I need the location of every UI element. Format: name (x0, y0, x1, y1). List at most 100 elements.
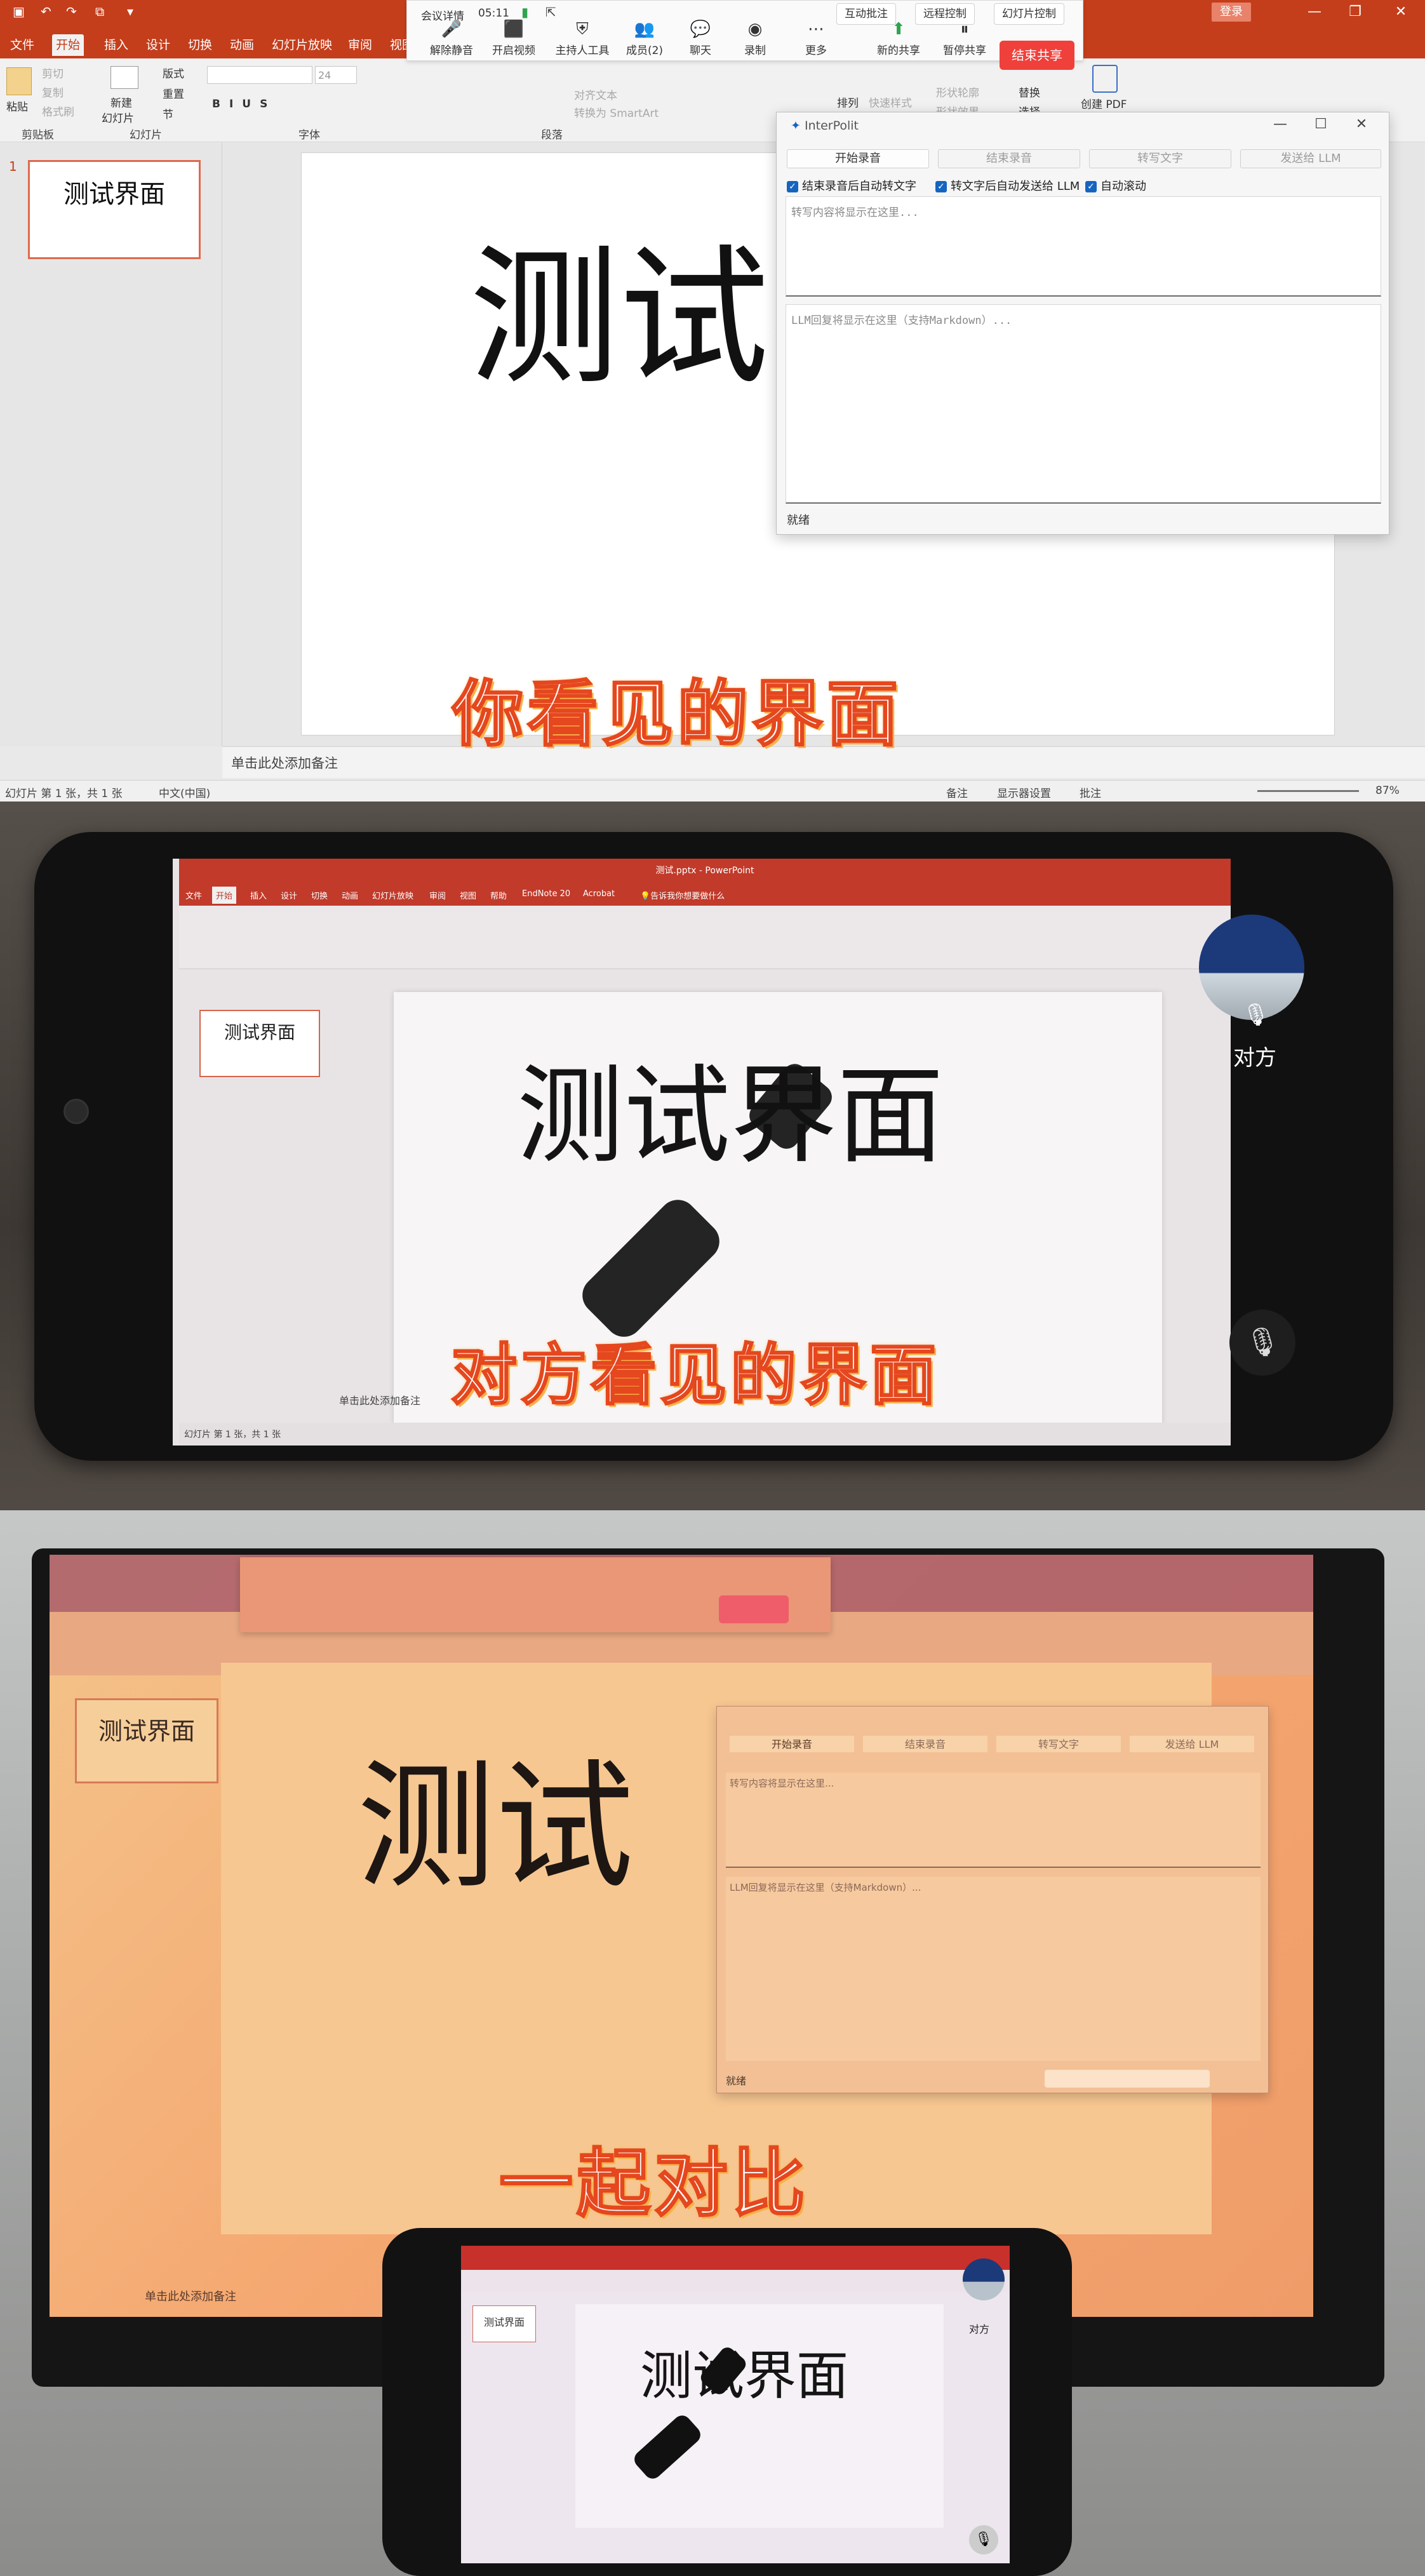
language-indicator[interactable]: 中文(中国) (159, 784, 210, 800)
remote-tab-file[interactable]: 文件 (185, 889, 202, 901)
close-icon[interactable]: ✕ (1388, 4, 1414, 20)
minimize-icon[interactable]: — (1302, 4, 1327, 20)
notes-button[interactable]: 备注 (946, 784, 968, 800)
monitor-ip-transcript: 转写内容将显示在这里... (726, 1773, 1261, 1868)
slide-control-button[interactable]: 幻灯片控制 (994, 3, 1064, 25)
create-pdf-button[interactable]: 创建 PDF (1081, 95, 1127, 111)
remote-tab-insert[interactable]: 插入 (250, 889, 267, 901)
new-share-button[interactable]: 新的共享 (868, 41, 929, 57)
remote-tab-home[interactable]: 开始 (212, 887, 237, 904)
present-icon[interactable]: ⧉ (95, 4, 104, 22)
tab-home[interactable]: 开始 (52, 34, 84, 56)
ip-minimize-icon[interactable]: — (1271, 116, 1290, 132)
pause-share-button[interactable]: 暂停共享 (934, 41, 995, 57)
members-button[interactable]: 成员(2) (614, 41, 675, 57)
remote-search[interactable]: 💡告诉我你想要做什么 (640, 889, 725, 901)
reset-button[interactable]: 重置 (163, 85, 184, 101)
section-button[interactable]: 节 (163, 105, 173, 121)
auto-send-checkbox[interactable]: ✓ 转文字后自动发送给 LLM (935, 177, 1080, 194)
font-size-box[interactable]: 24 (315, 66, 357, 84)
llm-reply-textarea[interactable]: LLM回复将显示在这里（支持Markdown）... (786, 304, 1381, 504)
start-recording-button[interactable]: 开始录音 (787, 149, 929, 168)
login-button[interactable]: 登录 (1212, 3, 1251, 22)
align-text-button[interactable]: 对齐文本 (574, 86, 617, 102)
paste-button[interactable]: 粘贴 (6, 98, 28, 114)
more-icon[interactable]: ⋯ (786, 20, 846, 39)
tab-review[interactable]: 审阅 (344, 34, 376, 56)
format-painter-button[interactable]: 格式刷 (42, 103, 74, 119)
zoom-slider[interactable] (1257, 790, 1359, 792)
monitor-ip-stop: 结束录音 (863, 1736, 987, 1752)
zoom-level[interactable]: 87% (1375, 784, 1400, 797)
remote-tab-view[interactable]: 视图 (460, 889, 476, 901)
slide-thumbnail[interactable]: 测试界面 (28, 160, 201, 259)
quick-styles-button[interactable]: 快速样式 (869, 94, 912, 110)
redo-icon[interactable]: ↷ (66, 4, 77, 22)
transcript-textarea[interactable]: 转写内容将显示在这里... (786, 196, 1381, 297)
qat-dropdown-icon[interactable]: ▾ (127, 4, 133, 22)
start-video-button[interactable]: 开启视频 (483, 41, 544, 57)
record-icon[interactable]: ◉ (725, 20, 786, 39)
phone-ribbon-tabs (461, 2246, 1010, 2270)
remote-tab-design[interactable]: 设计 (281, 889, 297, 901)
chat-button[interactable]: 聊天 (670, 41, 731, 57)
mic-icon[interactable]: 🎙 (1229, 1310, 1295, 1376)
font-name-box[interactable] (207, 66, 312, 84)
send-llm-button[interactable]: 发送给 LLM (1240, 149, 1381, 168)
convert-smartart-button[interactable]: 转换为 SmartArt (574, 104, 659, 120)
remote-tab-endnote[interactable]: EndNote 20 (522, 889, 570, 899)
save-icon[interactable]: ▣ (13, 4, 25, 22)
tab-slideshow[interactable]: 幻灯片放映 (268, 34, 336, 56)
remote-tab-acrobat[interactable]: Acrobat (583, 889, 615, 899)
comments-button[interactable]: 批注 (1080, 784, 1101, 800)
remote-tab-slideshow[interactable]: 幻灯片放映 (372, 889, 413, 901)
tab-insert[interactable]: 插入 (100, 34, 132, 56)
remote-tab-help[interactable]: 帮助 (490, 889, 507, 901)
arrange-button[interactable]: 排列 (837, 94, 859, 110)
members-icon[interactable]: 👥 (614, 20, 675, 39)
shape-outline-button[interactable]: 形状轮廓 (936, 84, 979, 100)
restore-icon[interactable]: ❐ (1342, 4, 1368, 20)
remote-tab-review[interactable]: 审阅 (429, 889, 446, 901)
remote-tab-animations[interactable]: 动画 (342, 889, 358, 901)
video-off-icon[interactable]: ⬛ (483, 20, 544, 39)
shield-icon[interactable]: ⛨ (552, 20, 613, 39)
new-slide-icon[interactable] (110, 66, 138, 89)
unmute-button[interactable]: 解除静音 (421, 41, 482, 57)
host-tools-button[interactable]: 主持人工具 (552, 41, 613, 57)
caption-peer-view: 对方看见的界面 (450, 1336, 940, 1415)
end-share-button[interactable]: 结束共享 (1000, 41, 1074, 70)
tab-transitions[interactable]: 切换 (184, 34, 216, 56)
new-slide-button[interactable]: 新建 (110, 94, 132, 110)
chat-icon[interactable]: 💬 (670, 20, 731, 39)
external-icon[interactable]: ⇱ (545, 4, 556, 20)
stop-recording-button[interactable]: 结束录音 (938, 149, 1080, 168)
display-settings-button[interactable]: 显示器设置 (997, 784, 1051, 800)
caption-compare: 一起对比 (498, 2140, 809, 2228)
transcribe-button[interactable]: 转写文字 (1089, 149, 1231, 168)
paste-icon[interactable] (6, 67, 32, 95)
create-pdf-icon[interactable] (1092, 65, 1118, 93)
pause-share-icon[interactable]: ⏸ (934, 20, 995, 39)
new-share-icon[interactable]: ⬆ (868, 20, 929, 39)
tab-animations[interactable]: 动画 (226, 34, 258, 56)
undo-icon[interactable]: ↶ (41, 4, 51, 22)
auto-transcribe-checkbox[interactable]: ✓ 结束录音后自动转文字 (787, 177, 916, 194)
mic-muted-icon[interactable]: 🎤 (421, 20, 482, 39)
font-format-buttons[interactable]: BIUS (212, 98, 276, 111)
ip-close-icon[interactable]: ✕ (1352, 116, 1371, 132)
ip-maximize-icon[interactable]: ☐ (1311, 116, 1330, 132)
cut-button[interactable]: 剪切 (42, 65, 64, 81)
more-button[interactable]: 更多 (786, 41, 846, 57)
interpolit-title-text: InterPolit (804, 119, 859, 133)
layout-button[interactable]: 版式 (163, 65, 184, 81)
phone-marker-2 (631, 2412, 704, 2483)
record-button[interactable]: 录制 (725, 41, 786, 57)
tab-design[interactable]: 设计 (142, 34, 174, 56)
copy-button[interactable]: 复制 (42, 84, 64, 100)
auto-scroll-checkbox[interactable]: ✓ 自动滚动 (1085, 177, 1146, 194)
remote-tab-transitions[interactable]: 切换 (311, 889, 328, 901)
replace-button[interactable]: 替换 (1019, 84, 1040, 100)
phone-screen: 测试界面 测试界面 对方 🎙 (461, 2246, 1010, 2563)
tab-file[interactable]: 文件 (6, 34, 38, 56)
